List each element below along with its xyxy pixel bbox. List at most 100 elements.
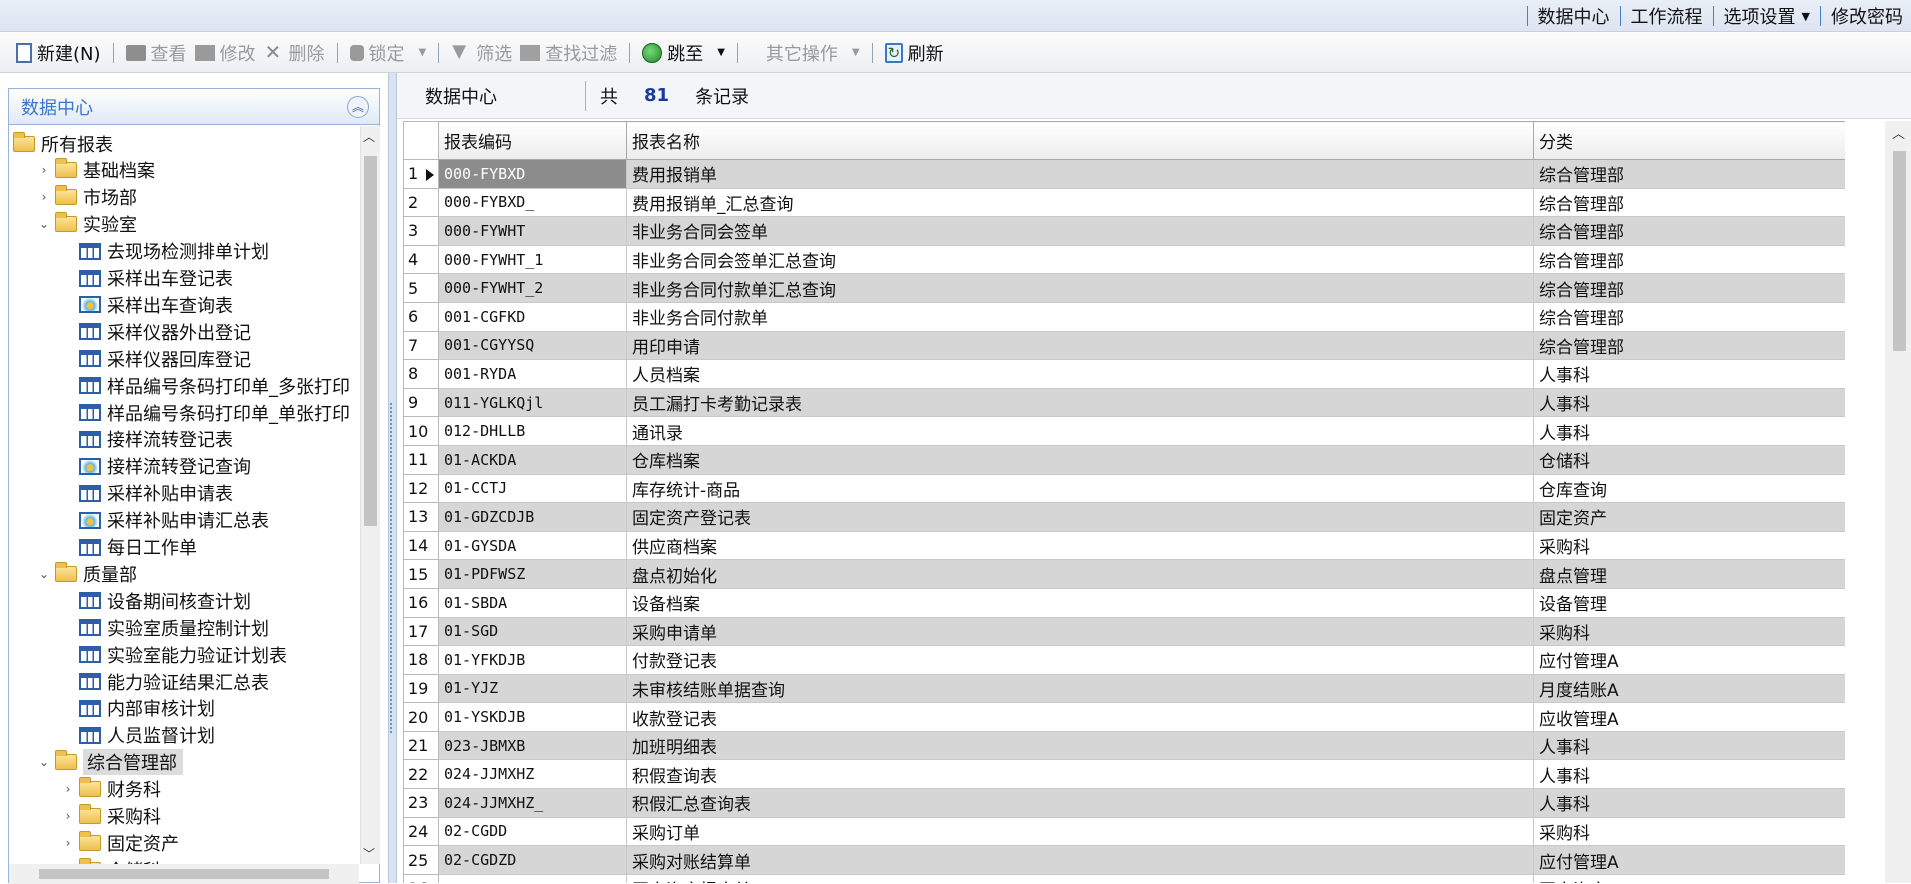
cell-category[interactable]: 综合管理部 xyxy=(1533,187,1845,218)
cell-code[interactable]: 000-FYWHT_2 xyxy=(438,273,627,303)
cell-name[interactable]: 加班明细表 xyxy=(626,730,1534,761)
cell-code[interactable]: 000-FYBXD_ xyxy=(438,187,627,218)
scrollbar-thumb[interactable] xyxy=(364,156,377,526)
tree-node[interactable]: ⌄ 质量部 xyxy=(37,560,137,587)
cell-code[interactable]: 01-SBDA xyxy=(438,587,627,618)
tree-node[interactable]: › 采购科 xyxy=(61,803,161,830)
tree-node[interactable]: 所有报表 xyxy=(13,130,113,157)
cell-name[interactable]: 通讯录 xyxy=(626,416,1534,446)
tree-node[interactable]: 每日工作单 xyxy=(61,534,197,561)
chevron-down-icon[interactable]: ⌄ xyxy=(37,755,51,769)
cell-code[interactable]: 012-DHLLB xyxy=(438,416,627,446)
tree-node[interactable]: ⌄ 综合管理部 xyxy=(37,749,183,776)
scroll-up-arrow-icon[interactable]: ︿ xyxy=(363,128,375,145)
table-row[interactable]: 3 000-FYWHT 非业务合同会签单 综合管理部 xyxy=(403,216,1845,246)
cell-code[interactable]: 01-CCTJ xyxy=(438,473,627,504)
cell-category[interactable]: 采购科 xyxy=(1533,530,1845,561)
cell-category[interactable]: 月度结账A xyxy=(1533,673,1845,704)
cell-name[interactable]: 人员档案 xyxy=(626,359,1534,389)
cell-name[interactable]: 采购申请单 xyxy=(626,616,1534,647)
cell-code[interactable]: 02-CGDZD xyxy=(438,845,627,875)
cell-name[interactable]: 费用报销单 xyxy=(626,159,1534,189)
table-row[interactable]: 24 02-CGDD 采购订单 采购科 xyxy=(403,816,1845,847)
tree-node[interactable]: 样品编号条码打印单_单张打印 xyxy=(61,399,350,426)
cell-code[interactable]: 001-RYDA xyxy=(438,359,627,389)
top-link-3[interactable]: 选项设置 xyxy=(1724,3,1796,29)
cell-code[interactable]: 01-YJZ xyxy=(438,673,627,704)
cell-name[interactable]: 采购订单 xyxy=(626,816,1534,847)
grid-vertical-scrollbar[interactable]: ︿ xyxy=(1885,121,1911,883)
table-row[interactable]: 8 001-RYDA 人员档案 人事科 xyxy=(403,359,1845,389)
table-row[interactable]: 10 012-DHLLB 通讯录 人事科 xyxy=(403,416,1845,446)
table-row[interactable]: 12 01-CCTJ 库存统计-商品 仓库查询 xyxy=(403,473,1845,504)
tree-node[interactable]: 能力验证结果汇总表 xyxy=(61,668,269,695)
table-row[interactable]: 15 01-PDFWSZ 盘点初始化 盘点管理 xyxy=(403,559,1845,589)
tree-node[interactable]: 采样仪器回库登记 xyxy=(61,345,251,372)
cell-name[interactable]: 收款登记表 xyxy=(626,702,1534,732)
cell-category[interactable]: 应付管理A xyxy=(1533,845,1845,875)
cell-code[interactable]: 001-CGFKD xyxy=(438,301,627,332)
cell-code[interactable]: 000-FYWHT xyxy=(438,216,627,246)
cell-category[interactable]: 固定资产 xyxy=(1533,873,1845,883)
delete-button[interactable]: 删除 xyxy=(260,37,329,69)
cell-code[interactable]: 01-PDFWSZ xyxy=(438,559,627,589)
cell-category[interactable]: 人事科 xyxy=(1533,416,1845,446)
column-header-category[interactable]: 分类 xyxy=(1533,121,1845,160)
cell-code[interactable]: 01-GYSDA xyxy=(438,530,627,561)
cell-category[interactable]: 设备管理 xyxy=(1533,587,1845,618)
other-actions-button[interactable]: 其它操作 ▼ xyxy=(746,37,864,69)
tree-vertical-scrollbar[interactable]: ︿ ﹀ xyxy=(360,126,380,864)
cell-category[interactable]: 采购科 xyxy=(1533,616,1845,647)
tree-node[interactable]: › 市场部 xyxy=(37,184,137,211)
cell-name[interactable]: 费用报销单_汇总查询 xyxy=(626,187,1534,218)
tree-node[interactable]: 接样流转登记查询 xyxy=(61,453,251,480)
chevron-right-icon[interactable]: › xyxy=(61,782,75,796)
table-row[interactable]: 25 02-CGDZD 采购对账结算单 应付管理A xyxy=(403,845,1845,875)
table-row[interactable]: 17 01-SGD 采购申请单 采购科 xyxy=(403,616,1845,647)
edit-button[interactable]: 修改 xyxy=(191,37,260,69)
cell-category[interactable]: 综合管理部 xyxy=(1533,159,1845,189)
tree-node[interactable]: 采样仪器外出登记 xyxy=(61,318,251,345)
cell-code[interactable]: 001-CGYYSQ xyxy=(438,330,627,361)
tree-node[interactable]: 接样流转登记表 xyxy=(61,426,233,453)
scroll-down-arrow-icon[interactable]: ﹀ xyxy=(363,845,375,862)
tree-node[interactable]: 人员监督计划 xyxy=(61,722,215,749)
chevron-right-icon[interactable]: › xyxy=(61,836,75,850)
goto-button[interactable]: 跳至 ▼ xyxy=(638,37,729,69)
table-row[interactable]: 18 01-YFKDJB 付款登记表 应付管理A xyxy=(403,645,1845,675)
cell-name[interactable]: 积假汇总查询表 xyxy=(626,788,1534,818)
table-row[interactable]: 2602-GDZCBFD固定资产报废单固定资产 xyxy=(403,873,1845,883)
table-row[interactable]: 2 000-FYBXD_ 费用报销单_汇总查询 综合管理部 xyxy=(403,187,1845,218)
tree-node[interactable]: ›仓储科 xyxy=(61,856,161,864)
cell-name[interactable]: 采购对账结算单 xyxy=(626,845,1534,875)
table-row[interactable]: 11 01-ACKDA 仓库档案 仓储科 xyxy=(403,444,1845,475)
cell-name[interactable]: 非业务合同会签单 xyxy=(626,216,1534,246)
cell-name[interactable]: 未审核结账单据查询 xyxy=(626,673,1534,704)
tree-horizontal-scrollbar[interactable] xyxy=(9,864,359,884)
cell-name[interactable]: 非业务合同会签单汇总查询 xyxy=(626,244,1534,275)
cell-category[interactable]: 盘点管理 xyxy=(1533,559,1845,589)
cell-code[interactable]: 02-CGDD xyxy=(438,816,627,847)
cell-name[interactable]: 非业务合同付款单 xyxy=(626,301,1534,332)
cell-code[interactable]: 01-YFKDJB xyxy=(438,645,627,675)
column-header-code[interactable]: 报表编码 xyxy=(438,121,627,160)
cell-category[interactable]: 人事科 xyxy=(1533,387,1845,418)
tree-node[interactable]: 实验室能力验证计划表 xyxy=(61,641,287,668)
cell-code[interactable]: 023-JBMXB xyxy=(438,730,627,761)
cell-code[interactable]: 01-YSKDJB xyxy=(438,702,627,732)
cell-category[interactable]: 仓库查询 xyxy=(1533,473,1845,504)
scrollbar-thumb[interactable] xyxy=(1893,151,1906,351)
cell-name[interactable]: 设备档案 xyxy=(626,587,1534,618)
cell-category[interactable]: 综合管理部 xyxy=(1533,330,1845,361)
tree-node[interactable]: › 基础档案 xyxy=(37,157,155,184)
cell-name[interactable]: 固定资产登记表 xyxy=(626,502,1534,532)
scrollbar-thumb[interactable] xyxy=(39,869,329,879)
cell-name[interactable]: 固定资产报废单 xyxy=(626,873,1534,883)
cell-category[interactable]: 应收管理A xyxy=(1533,702,1845,732)
tree-node[interactable]: 设备期间核查计划 xyxy=(61,587,251,614)
table-row[interactable]: 4 000-FYWHT_1 非业务合同会签单汇总查询 综合管理部 xyxy=(403,244,1845,275)
table-row[interactable]: 21 023-JBMXB 加班明细表 人事科 xyxy=(403,730,1845,761)
chevron-right-icon[interactable]: › xyxy=(37,190,51,204)
cell-category[interactable]: 采购科 xyxy=(1533,816,1845,847)
table-row[interactable]: 1 000-FYBXD 费用报销单 综合管理部 xyxy=(403,159,1845,189)
